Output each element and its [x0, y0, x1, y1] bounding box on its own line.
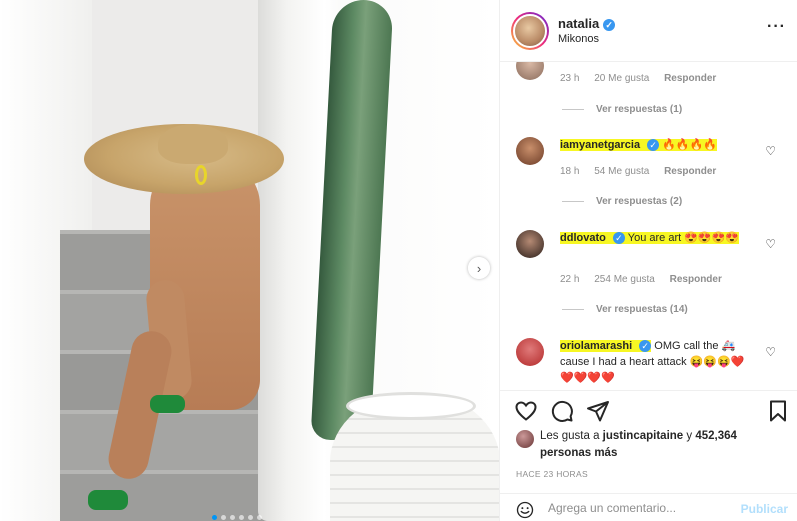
comment-avatar[interactable] — [516, 230, 544, 258]
share-paper-plane-icon[interactable] — [586, 399, 610, 423]
view-replies-button[interactable]: Ver respuestas (14) — [562, 304, 688, 315]
like-comment-heart-icon[interactable]: ♡ — [765, 345, 776, 359]
post-location[interactable]: Mikonos — [558, 33, 599, 45]
comment-body: ddlovato ✓ You are art 😍😍😍😍 — [560, 230, 750, 246]
add-comment-bar: Publicar — [500, 493, 797, 521]
like-comment-heart-icon[interactable]: ♡ — [765, 144, 776, 158]
author-username-row: natalia ✓ — [558, 16, 616, 31]
carousel-dot — [212, 515, 217, 520]
earring — [195, 165, 207, 185]
carousel-dot — [230, 515, 235, 520]
post-timestamp[interactable]: HACE 23 HORAS — [516, 469, 588, 479]
author-avatar[interactable] — [511, 12, 549, 50]
verified-badge-icon: ✓ — [612, 232, 625, 245]
chevron-right-icon: › — [476, 260, 482, 276]
liker-username[interactable]: justincapitaine — [603, 430, 684, 442]
author-username[interactable]: natalia — [558, 16, 599, 31]
comment-meta: 23 h 20 Me gusta Responder — [560, 73, 717, 84]
view-replies-button[interactable]: Ver respuestas (1) — [562, 104, 682, 115]
post-header: natalia ✓ Mikonos ··· — [500, 0, 797, 62]
carousel-dot — [221, 515, 226, 520]
comment-meta: 22 h 254 Me gusta Responder — [560, 274, 722, 285]
comment-username[interactable]: oriolamarashi — [560, 340, 632, 352]
emoji-smiley-icon[interactable] — [516, 501, 534, 519]
liker-avatar[interactable] — [516, 430, 534, 448]
comment-meta: 18 h 54 Me gusta Responder — [560, 166, 717, 177]
comment-body: oriolamarashi ✓ OMG call the 🚑 cause I h… — [560, 338, 750, 386]
next-image-button[interactable]: › — [468, 257, 490, 279]
post-side-panel: natalia ✓ Mikonos ··· 23 h 20 Me gusta Re… — [499, 0, 797, 521]
carousel-dots — [212, 515, 262, 520]
like-heart-icon[interactable] — [514, 399, 538, 423]
reply-button[interactable]: Responder — [664, 166, 716, 177]
verified-badge-icon: ✓ — [639, 340, 652, 353]
verified-badge-icon: ✓ — [603, 18, 616, 31]
comment-body: iamyanetgarcia ✓ 🔥🔥🔥🔥 — [560, 137, 750, 153]
carousel-dot — [239, 515, 244, 520]
comment-text: You are art 😍😍😍😍 — [627, 232, 740, 244]
comments-list: 23 h 20 Me gusta Responder Ver respuesta… — [500, 62, 797, 390]
more-options-icon[interactable]: ··· — [767, 18, 786, 36]
reply-button[interactable]: Responder — [670, 274, 722, 285]
comment-username[interactable]: iamyanetgarcia — [560, 139, 640, 151]
green-heel — [150, 395, 185, 413]
comment-avatar[interactable] — [516, 137, 544, 165]
verified-badge-icon: ✓ — [647, 139, 660, 152]
green-heel — [88, 490, 128, 510]
comment-text: 🔥🔥🔥🔥 — [662, 139, 718, 151]
post-action-bar — [500, 390, 797, 428]
carousel-dot — [248, 515, 253, 520]
bookmark-icon[interactable] — [766, 399, 790, 423]
publish-button[interactable]: Publicar — [741, 502, 788, 516]
comment-bubble-icon[interactable] — [550, 399, 574, 423]
comment-input[interactable] — [546, 498, 746, 518]
comment-username[interactable]: ddlovato — [560, 232, 606, 244]
comment-avatar[interactable] — [516, 338, 544, 366]
reply-button[interactable]: Responder — [664, 73, 716, 84]
post-image[interactable]: › — [0, 0, 499, 521]
carousel-dot — [257, 515, 262, 520]
comment-avatar[interactable] — [516, 62, 544, 80]
like-comment-heart-icon[interactable]: ♡ — [765, 237, 776, 251]
view-replies-button[interactable]: Ver respuestas (2) — [562, 196, 682, 207]
